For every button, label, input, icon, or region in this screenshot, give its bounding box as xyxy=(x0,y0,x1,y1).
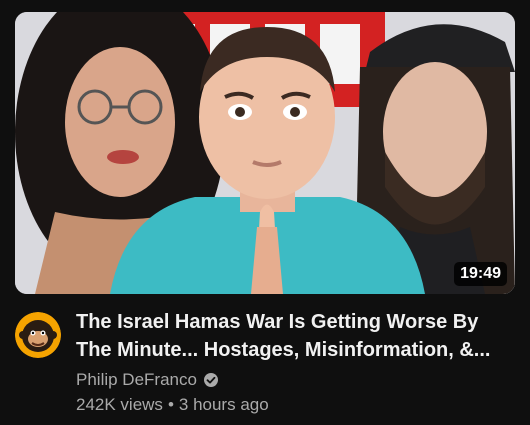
duration-badge: 19:49 xyxy=(454,262,507,286)
view-count: 242K views xyxy=(76,395,163,414)
video-title[interactable]: The Israel Hamas War Is Getting Worse By… xyxy=(76,308,496,364)
channel-avatar[interactable] xyxy=(15,312,61,358)
video-info: The Israel Hamas War Is Getting Worse By… xyxy=(76,308,496,416)
channel-row: Philip DeFranco xyxy=(76,369,496,391)
channel-name[interactable]: Philip DeFranco xyxy=(76,369,197,391)
video-details: The Israel Hamas War Is Getting Worse By… xyxy=(15,306,515,418)
thumbnail-image xyxy=(15,12,515,294)
stats-separator: • xyxy=(167,395,174,414)
video-thumbnail[interactable]: 19:49 xyxy=(15,12,515,294)
verified-check-icon xyxy=(203,372,219,388)
video-stats: 242K views • 3 hours ago xyxy=(76,394,496,416)
channel-avatar-monkey-icon xyxy=(15,312,61,358)
video-card[interactable]: 19:49 The Israel Hamas War Is Getting Wo… xyxy=(0,0,530,425)
upload-age: 3 hours ago xyxy=(178,395,269,414)
